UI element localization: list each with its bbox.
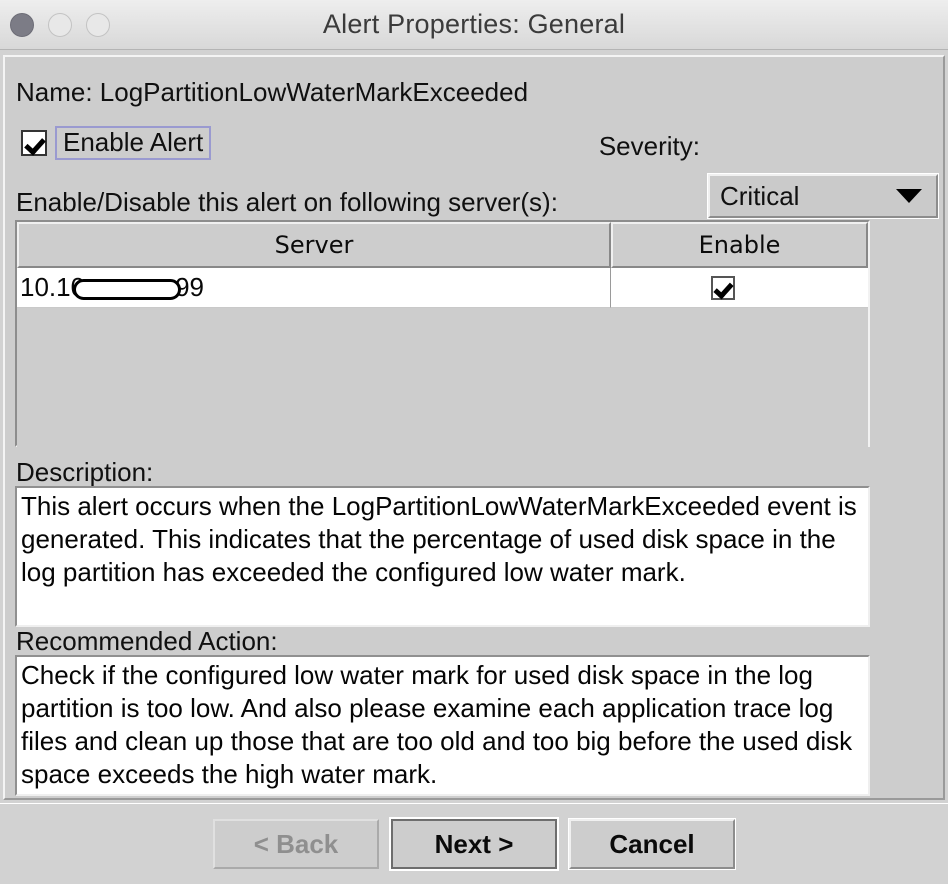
dialog-button-bar: < Back Next > Cancel xyxy=(0,803,948,884)
severity-dropdown[interactable]: Critical xyxy=(707,173,939,219)
server-table-caption: Enable/Disable this alert on following s… xyxy=(16,187,558,217)
enable-alert-checkbox[interactable] xyxy=(21,130,47,157)
server-ip-value: 10.10 99 xyxy=(20,272,204,303)
severity-label: Severity: xyxy=(598,131,700,161)
cell-server-address[interactable]: 10.10 99 xyxy=(17,268,611,308)
description-label: Description: xyxy=(16,457,154,487)
server-table: Server Enable 10.10 99 xyxy=(15,220,870,449)
server-table-empty-area xyxy=(17,308,868,449)
window-titlebar: Alert Properties: General xyxy=(0,0,948,50)
enable-alert-label[interactable]: Enable Alert xyxy=(55,126,212,161)
server-table-header: Server Enable xyxy=(17,222,868,268)
enable-alert-row[interactable]: Enable Alert xyxy=(21,126,212,161)
table-row[interactable]: 10.10 99 xyxy=(17,268,868,308)
description-textbox[interactable]: This alert occurs when the LogPartitionL… xyxy=(15,486,870,627)
column-header-enable[interactable]: Enable xyxy=(611,222,868,268)
recommended-action-label: Recommended Action: xyxy=(16,626,278,656)
dialog-content-panel: Name: LogPartitionLowWaterMarkExceeded E… xyxy=(3,55,945,800)
row-enable-checkbox[interactable] xyxy=(710,275,735,300)
recommended-action-textbox[interactable]: Check if the configured low water mark f… xyxy=(15,655,870,796)
cancel-button[interactable]: Cancel xyxy=(568,818,736,870)
severity-selected-value: Critical xyxy=(720,180,800,211)
chevron-down-icon xyxy=(896,189,922,203)
column-header-server[interactable]: Server xyxy=(17,222,611,268)
alert-name-line: Name: LogPartitionLowWaterMarkExceeded xyxy=(16,77,529,107)
cell-server-enable[interactable] xyxy=(611,268,868,308)
redaction-mark xyxy=(73,279,182,300)
back-button[interactable]: < Back xyxy=(213,819,379,869)
alert-properties-dialog: Alert Properties: General Name: LogParti… xyxy=(0,0,948,884)
next-button[interactable]: Next > xyxy=(389,817,559,871)
window-title: Alert Properties: General xyxy=(322,9,626,39)
